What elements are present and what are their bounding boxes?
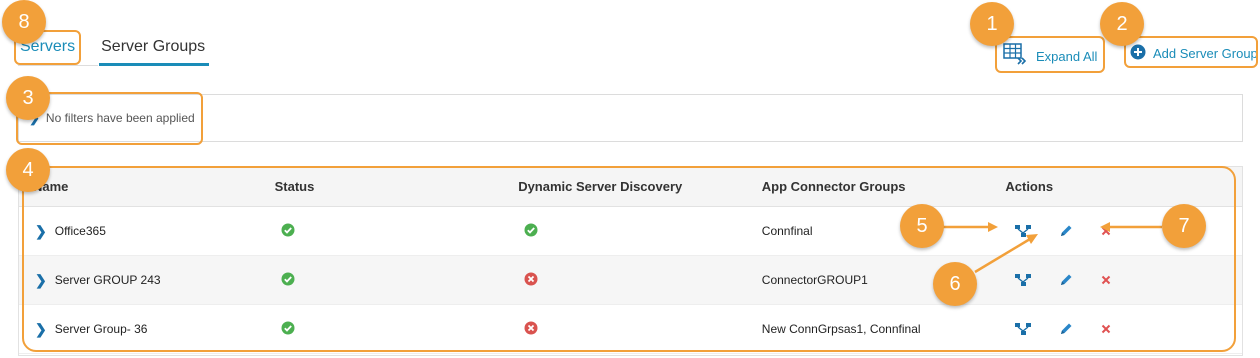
callout-2: 2 bbox=[1100, 2, 1144, 46]
callout-1: 1 bbox=[970, 2, 1014, 46]
highlight-add-server-group bbox=[1124, 36, 1258, 68]
tab-divider bbox=[18, 65, 98, 66]
tab-server-groups[interactable]: Server Groups bbox=[99, 28, 210, 66]
callout-4: 4 bbox=[6, 148, 50, 192]
callout-5: 5 bbox=[900, 204, 944, 248]
highlight-expand-all bbox=[995, 36, 1105, 73]
callout-3: 3 bbox=[6, 76, 50, 120]
callout-7: 7 bbox=[1162, 204, 1206, 248]
callout-8: 8 bbox=[2, 0, 46, 44]
highlight-table bbox=[22, 166, 1236, 352]
callout-6: 6 bbox=[933, 262, 977, 306]
